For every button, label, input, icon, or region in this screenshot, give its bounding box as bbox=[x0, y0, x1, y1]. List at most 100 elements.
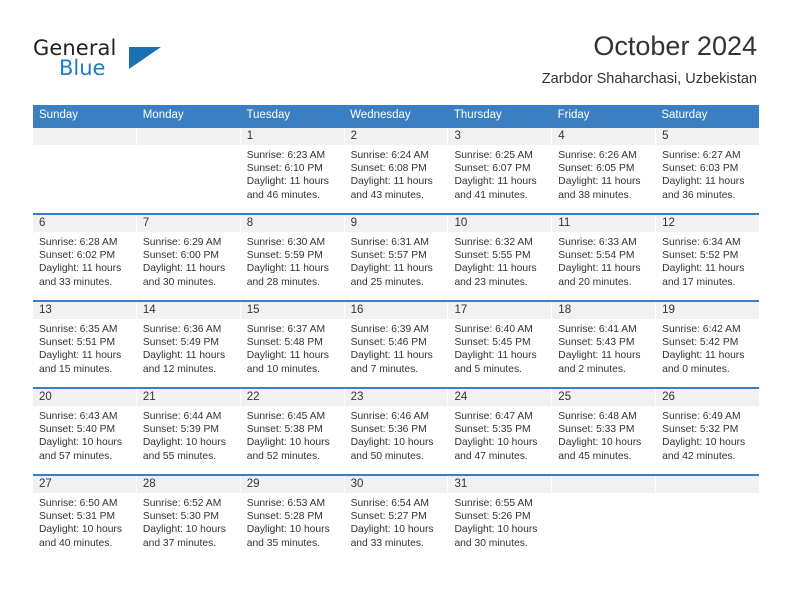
sunset-text: Sunset: 6:05 PM bbox=[558, 163, 635, 175]
calendar-week-row: 13 Sunrise: 6:35 AM Sunset: 5:51 PM Dayligh… bbox=[33, 300, 760, 387]
daylight-text-line1: Daylight: 11 hours bbox=[39, 263, 122, 275]
sunset-text: Sunset: 5:39 PM bbox=[142, 424, 219, 436]
calendar-day-cell[interactable]: 12 Sunrise: 6:34 AM Sunset: 5:52 PM Dayligh… bbox=[656, 215, 760, 300]
daylight-text-line1: Daylight: 11 hours bbox=[142, 263, 226, 275]
day-sun-info: Sunrise: 6:55 AM Sunset: 5:26 PM Daylight:… bbox=[448, 493, 551, 550]
day-number: 27 bbox=[33, 476, 136, 493]
daylight-text-line2: and 38 minutes. bbox=[558, 189, 632, 201]
calendar-day-cell[interactable]: 3 Sunrise: 6:25 AM Sunset: 6:07 PM Daylight… bbox=[448, 128, 553, 213]
daylight-text-line1: Daylight: 11 hours bbox=[142, 350, 226, 362]
calendar-week-row: 1 Sunrise: 6:23 AM Sunset: 6:10 PM Daylight… bbox=[33, 126, 760, 213]
day-number: 9 bbox=[344, 215, 448, 232]
sunrise-text: Sunrise: 6:34 AM bbox=[662, 237, 741, 248]
calendar-day-cell[interactable]: 21 Sunrise: 6:44 AM Sunset: 5:39 PM Dayligh… bbox=[136, 389, 241, 474]
daylight-text-line2: and 30 minutes. bbox=[454, 537, 528, 549]
calendar-day-cell[interactable]: 6 Sunrise: 6:28 AM Sunset: 6:02 PM Daylight… bbox=[33, 215, 137, 300]
calendar-day-cell[interactable]: 24 Sunrise: 6:47 AM Sunset: 5:35 PM Dayligh… bbox=[448, 389, 553, 474]
daylight-text-line2: and 20 minutes. bbox=[558, 276, 632, 288]
day-number: 11 bbox=[552, 215, 656, 232]
day-sun-info: Sunrise: 6:53 AM Sunset: 5:28 PM Daylight:… bbox=[241, 493, 344, 550]
day-number bbox=[33, 128, 136, 145]
day-number: 6 bbox=[33, 215, 136, 232]
sunrise-text: Sunrise: 6:54 AM bbox=[350, 498, 429, 509]
daylight-text-line2: and 37 minutes. bbox=[142, 537, 217, 549]
weekday-header-saturday: Saturday bbox=[661, 109, 708, 121]
calendar-day-cell[interactable]: 14 Sunrise: 6:36 AM Sunset: 5:49 PM Dayligh… bbox=[136, 302, 241, 387]
calendar-day-cell[interactable]: 23 Sunrise: 6:46 AM Sunset: 5:36 PM Dayligh… bbox=[344, 389, 449, 474]
calendar-day-cell[interactable]: 10 Sunrise: 6:32 AM Sunset: 5:55 PM Dayligh… bbox=[448, 215, 553, 300]
sunrise-text: Sunrise: 6:28 AM bbox=[39, 237, 118, 248]
calendar-day-cell[interactable]: 4 Sunrise: 6:26 AM Sunset: 6:05 PM Daylight… bbox=[552, 128, 657, 213]
calendar-day-cell[interactable]: 15 Sunrise: 6:37 AM Sunset: 5:48 PM Dayligh… bbox=[240, 302, 345, 387]
calendar-day-cell[interactable]: 31 Sunrise: 6:55 AM Sunset: 5:26 PM Dayligh… bbox=[448, 476, 553, 560]
calendar-day-cell[interactable]: 2 Sunrise: 6:24 AM Sunset: 6:08 PM Daylight… bbox=[344, 128, 449, 213]
calendar-day-cell[interactable]: 11 Sunrise: 6:33 AM Sunset: 5:54 PM Dayligh… bbox=[552, 215, 657, 300]
sunrise-text: Sunrise: 6:46 AM bbox=[350, 411, 429, 422]
sunrise-text: Sunrise: 6:31 AM bbox=[350, 237, 429, 248]
day-number: 19 bbox=[656, 302, 760, 319]
daylight-text-line2: and 35 minutes. bbox=[246, 537, 320, 549]
calendar-page: General Blue October 2024 Zarbdor Shahar… bbox=[0, 0, 792, 612]
calendar-day-cell[interactable]: 19 Sunrise: 6:42 AM Sunset: 5:42 PM Dayligh… bbox=[656, 302, 760, 387]
sunset-text: Sunset: 5:43 PM bbox=[558, 337, 635, 349]
calendar-day-cell[interactable]: 28 Sunrise: 6:52 AM Sunset: 5:30 PM Dayligh… bbox=[136, 476, 241, 560]
day-sun-info: Sunrise: 6:47 AM Sunset: 5:35 PM Daylight:… bbox=[448, 406, 551, 463]
sunrise-text: Sunrise: 6:29 AM bbox=[142, 237, 222, 248]
calendar-day-cell[interactable]: 22 Sunrise: 6:45 AM Sunset: 5:38 PM Dayligh… bbox=[240, 389, 345, 474]
sunrise-text: Sunrise: 6:42 AM bbox=[662, 324, 741, 335]
brand-logo[interactable]: General Blue bbox=[33, 36, 213, 86]
daylight-text-line2: and 41 minutes. bbox=[454, 189, 528, 201]
calendar-day-cell[interactable]: 7 Sunrise: 6:29 AM Sunset: 6:00 PM Daylight… bbox=[136, 215, 241, 300]
triangle-logo-icon bbox=[129, 47, 161, 69]
sunset-text: Sunset: 5:35 PM bbox=[454, 424, 531, 436]
calendar-day-cell[interactable]: 20 Sunrise: 6:43 AM Sunset: 5:40 PM Dayligh… bbox=[33, 389, 137, 474]
day-sun-info: Sunrise: 6:37 AM Sunset: 5:48 PM Daylight:… bbox=[241, 319, 344, 376]
calendar-day-cell[interactable]: 13 Sunrise: 6:35 AM Sunset: 5:51 PM Dayligh… bbox=[33, 302, 137, 387]
calendar-day-cell[interactable]: 1 Sunrise: 6:23 AM Sunset: 6:10 PM Daylight… bbox=[240, 128, 345, 213]
sunrise-text: Sunrise: 6:41 AM bbox=[558, 324, 637, 335]
calendar-day-cell[interactable]: 18 Sunrise: 6:41 AM Sunset: 5:43 PM Dayligh… bbox=[552, 302, 657, 387]
daylight-text-line2: and 33 minutes. bbox=[350, 537, 424, 549]
calendar-day-cell[interactable]: 26 Sunrise: 6:49 AM Sunset: 5:32 PM Dayligh… bbox=[656, 389, 760, 474]
day-sun-info: Sunrise: 6:52 AM Sunset: 5:30 PM Daylight:… bbox=[137, 493, 240, 550]
calendar-day-cell[interactable]: 27 Sunrise: 6:50 AM Sunset: 5:31 PM Dayligh… bbox=[33, 476, 137, 560]
day-sun-info: Sunrise: 6:40 AM Sunset: 5:45 PM Daylight:… bbox=[448, 319, 551, 376]
sunrise-text: Sunrise: 6:40 AM bbox=[454, 324, 533, 335]
calendar-day-cell[interactable]: 25 Sunrise: 6:48 AM Sunset: 5:33 PM Dayligh… bbox=[552, 389, 657, 474]
calendar-day-cell[interactable]: 29 Sunrise: 6:53 AM Sunset: 5:28 PM Dayligh… bbox=[240, 476, 345, 560]
day-sun-info: Sunrise: 6:54 AM Sunset: 5:27 PM Daylight:… bbox=[345, 493, 448, 550]
sunset-text: Sunset: 5:45 PM bbox=[454, 337, 531, 349]
sunset-text: Sunset: 5:38 PM bbox=[246, 424, 323, 436]
daylight-text-line1: Daylight: 10 hours bbox=[246, 437, 330, 449]
day-number: 25 bbox=[552, 389, 656, 406]
day-number: 4 bbox=[552, 128, 656, 145]
day-number: 31 bbox=[448, 476, 552, 493]
sunset-text: Sunset: 5:33 PM bbox=[558, 424, 635, 436]
daylight-text-line2: and 52 minutes. bbox=[246, 450, 320, 462]
day-number: 22 bbox=[240, 389, 344, 406]
calendar-day-cell[interactable]: 5 Sunrise: 6:27 AM Sunset: 6:03 PM Daylight… bbox=[656, 128, 760, 213]
daylight-text-line1: Daylight: 10 hours bbox=[142, 524, 226, 536]
calendar-day-cell[interactable]: 9 Sunrise: 6:31 AM Sunset: 5:57 PM Daylight… bbox=[344, 215, 449, 300]
daylight-text-line1: Daylight: 11 hours bbox=[39, 350, 122, 362]
day-number: 30 bbox=[344, 476, 448, 493]
calendar-day-cell[interactable]: 17 Sunrise: 6:40 AM Sunset: 5:45 PM Dayligh… bbox=[448, 302, 553, 387]
sunset-text: Sunset: 6:00 PM bbox=[142, 250, 219, 262]
sunset-text: Sunset: 5:28 PM bbox=[246, 511, 323, 523]
daylight-text-line1: Daylight: 11 hours bbox=[246, 176, 329, 188]
title-block: October 2024 Zarbdor Shaharchasi, Uzbeki… bbox=[542, 30, 757, 88]
calendar-day-cell[interactable]: 16 Sunrise: 6:39 AM Sunset: 5:46 PM Dayligh… bbox=[344, 302, 449, 387]
daylight-text-line1: Daylight: 10 hours bbox=[454, 524, 538, 536]
weekday-header-monday: Monday bbox=[142, 109, 184, 121]
daylight-text-line2: and 23 minutes. bbox=[454, 276, 528, 288]
daylight-text-line2: and 25 minutes. bbox=[350, 276, 424, 288]
calendar-day-cell[interactable]: 30 Sunrise: 6:54 AM Sunset: 5:27 PM Dayligh… bbox=[344, 476, 449, 560]
calendar-day-cell[interactable]: 8 Sunrise: 6:30 AM Sunset: 5:59 PM Daylight… bbox=[240, 215, 345, 300]
day-number: 2 bbox=[344, 128, 448, 145]
sunrise-text: Sunrise: 6:47 AM bbox=[454, 411, 533, 422]
daylight-text-line1: Daylight: 11 hours bbox=[558, 176, 641, 188]
page-subtitle: Zarbdor Shaharchasi, Uzbekistan bbox=[541, 71, 757, 87]
day-number: 29 bbox=[240, 476, 344, 493]
daylight-text-line1: Daylight: 11 hours bbox=[558, 350, 641, 362]
brand-name-blue: Blue bbox=[59, 56, 106, 80]
